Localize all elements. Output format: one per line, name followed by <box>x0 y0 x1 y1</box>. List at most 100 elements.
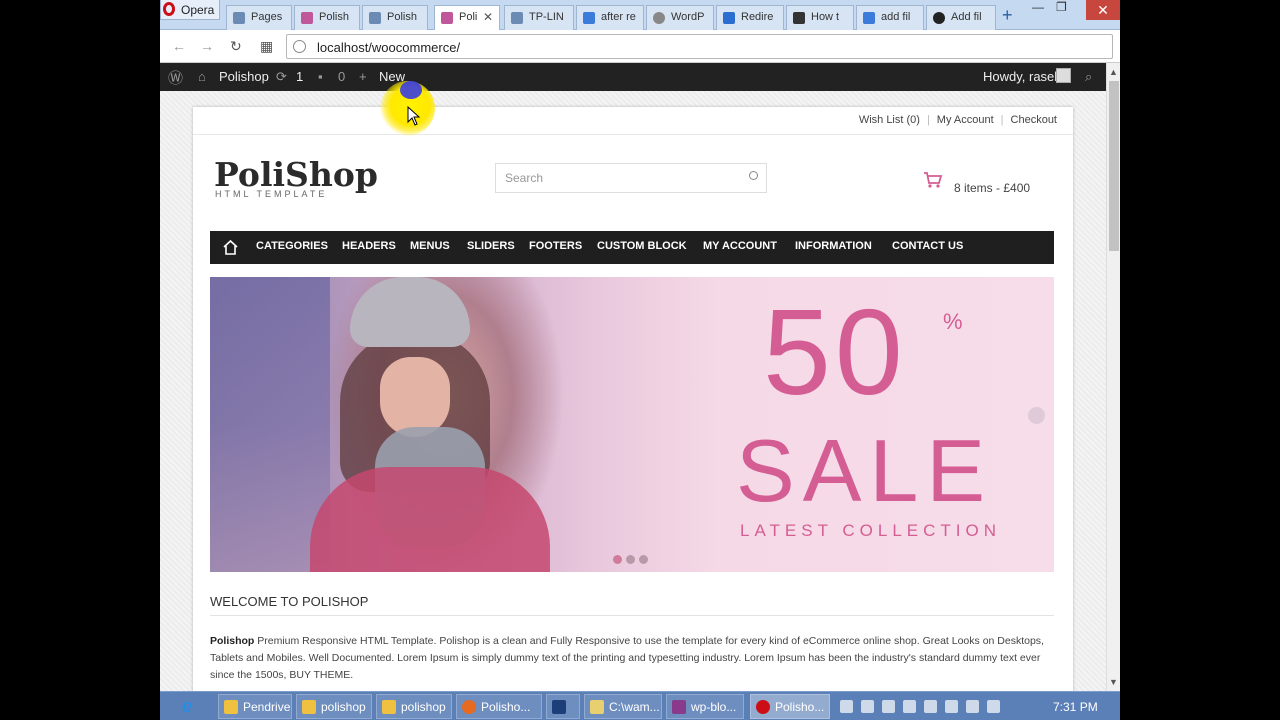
close-window-button[interactable]: ✕ <box>1086 0 1120 20</box>
tray-icon[interactable] <box>840 700 853 713</box>
wishlist-link[interactable]: Wish List (0) <box>859 114 920 126</box>
taskbar-clock[interactable]: 7:31 PM <box>1053 700 1098 714</box>
maximize-button[interactable]: ❐ <box>1056 0 1067 18</box>
home-icon[interactable] <box>222 239 239 256</box>
tab-google-1[interactable]: after re <box>576 5 644 30</box>
cart-icon[interactable] <box>923 171 943 189</box>
tab-tplink[interactable]: TP-LIN <box>504 5 574 30</box>
menu-my-account[interactable]: MY ACCOUNT <box>703 240 777 252</box>
slider-dot[interactable] <box>613 555 622 564</box>
taskbar-label: polishop <box>321 700 366 714</box>
plus-icon: + <box>359 69 367 84</box>
page-icon <box>511 12 523 24</box>
redirect-icon <box>723 12 735 24</box>
comments-count[interactable]: 0 <box>338 69 345 84</box>
banner-collection-text: LATEST COLLECTION <box>740 521 1002 540</box>
tab-polishop-2[interactable]: Polish <box>362 5 428 30</box>
brand-name: Polishop <box>210 635 255 647</box>
tab-label: Redire <box>741 11 774 23</box>
tab-google-2[interactable]: add fil <box>856 5 924 30</box>
wp-admin-bar: Ⓦ ⌂ Polishop ⟳ 1 ▪ 0 + New Howdy, rasel … <box>160 63 1106 91</box>
close-tab-icon[interactable]: ✕ <box>483 10 493 24</box>
new-tab-button[interactable]: + <box>1002 5 1013 26</box>
taskbar-item-wamp[interactable]: C:\wam... <box>584 694 662 719</box>
taskbar-item-polishop-folder-1[interactable]: polishop <box>296 694 372 719</box>
page-icon <box>233 12 245 24</box>
minimize-button[interactable]: — <box>1032 0 1044 18</box>
url-field[interactable]: localhost/woocommerce/ <box>286 34 1113 59</box>
slider-pagination <box>613 551 652 569</box>
tray-icon[interactable] <box>945 700 958 713</box>
cart-favicon-icon <box>301 12 313 24</box>
scroll-up-icon[interactable]: ▲ <box>1109 67 1118 77</box>
main-menu: CATEGORIES HEADERS MENUS SLIDERS FOOTERS… <box>210 231 1054 264</box>
forward-icon[interactable]: → <box>200 38 214 54</box>
banner-percent-sign: % <box>943 309 963 334</box>
banner-model-image <box>380 357 450 437</box>
taskbar-label: Polisho... <box>481 700 531 714</box>
tray-icon[interactable] <box>924 700 937 713</box>
updates-count[interactable]: 1 <box>296 69 303 84</box>
tray-icon[interactable] <box>903 700 916 713</box>
system-tray <box>840 700 1008 718</box>
search-icon[interactable]: ⌕ <box>1085 69 1092 85</box>
opera-menu-button[interactable]: Opera <box>160 0 220 20</box>
taskbar-item-firefox-polishop[interactable]: Polisho... <box>456 694 542 719</box>
scroll-thumb[interactable] <box>1109 81 1119 251</box>
speaker-icon[interactable] <box>987 700 1000 713</box>
taskbar-item-pendrive[interactable]: Pendrive <box>218 694 292 719</box>
slider-dot[interactable] <box>626 555 635 564</box>
menu-custom-block[interactable]: CUSTOM BLOCK <box>597 240 687 252</box>
network-icon[interactable] <box>882 700 895 713</box>
tab-polishop-active[interactable]: Poli ✕ <box>434 5 500 31</box>
menu-information[interactable]: INFORMATION <box>795 240 872 252</box>
flag-icon[interactable] <box>966 700 979 713</box>
back-icon[interactable]: ← <box>172 38 186 54</box>
tab-howto[interactable]: How t <box>786 5 854 30</box>
taskbar-item-photoshop[interactable] <box>546 694 580 719</box>
account-greeting[interactable]: Howdy, rasel <box>983 69 1057 84</box>
slider-dot[interactable] <box>639 555 648 564</box>
slider-next-button[interactable] <box>1028 407 1045 424</box>
cart-summary[interactable]: 8 items - £400 <box>954 181 1030 195</box>
avatar[interactable] <box>1056 68 1071 83</box>
reload-icon[interactable]: ↻ <box>230 38 242 55</box>
vertical-scrollbar[interactable]: ▲ ▼ <box>1106 63 1120 691</box>
site-name-link[interactable]: Polishop <box>219 69 269 84</box>
menu-contact-us[interactable]: CONTACT US <box>892 240 963 252</box>
tab-redirect[interactable]: Redire <box>716 5 784 30</box>
tab-polishop-1[interactable]: Polish <box>294 5 360 30</box>
taskbar-item-opera-polishop[interactable]: Polisho... <box>750 694 830 719</box>
menu-categories[interactable]: CATEGORIES <box>256 240 328 252</box>
wikihow-icon <box>793 12 805 24</box>
tab-label: Pages <box>251 11 283 23</box>
menu-footers[interactable]: FOOTERS <box>529 240 582 252</box>
menu-headers[interactable]: HEADERS <box>342 240 396 252</box>
tab-wordpress[interactable]: WordP <box>646 5 714 30</box>
tray-icon[interactable] <box>861 700 874 713</box>
scroll-down-icon[interactable]: ▼ <box>1109 677 1118 687</box>
page-viewport: Wish List (0) | My Account | Checkout PoliSh… <box>160 91 1106 691</box>
store-search-input[interactable]: Search <box>495 163 767 193</box>
taskbar-item-polishop-folder-2[interactable]: polishop <box>376 694 452 719</box>
github-icon <box>933 12 945 24</box>
home-icon: ⌂ <box>198 69 206 84</box>
taskbar-item-wp-blog[interactable]: wp-blo... <box>666 694 744 719</box>
internet-explorer-icon[interactable]: e <box>182 696 192 717</box>
wordpress-icon[interactable]: Ⓦ <box>168 67 183 88</box>
search-icon[interactable] <box>749 171 758 180</box>
checkout-link[interactable]: Checkout <box>1011 114 1057 126</box>
banner-discount-number: 50 <box>763 284 907 420</box>
menu-sliders[interactable]: SLIDERS <box>467 240 515 252</box>
tab-github[interactable]: Add fil <box>926 5 996 30</box>
tab-label: TP-LIN <box>529 11 564 23</box>
updates-icon: ⟳ <box>276 69 287 84</box>
divider <box>210 615 1054 616</box>
menu-menus[interactable]: MENUS <box>410 240 450 252</box>
google-icon <box>583 12 595 24</box>
my-account-link[interactable]: My Account <box>937 114 994 126</box>
hero-slider[interactable]: 50 % SALE LATEST COLLECTION <box>210 277 1054 572</box>
divider <box>193 134 1073 135</box>
speed-dial-icon[interactable]: ▦ <box>260 38 273 55</box>
tab-pages[interactable]: Pages <box>226 5 292 30</box>
